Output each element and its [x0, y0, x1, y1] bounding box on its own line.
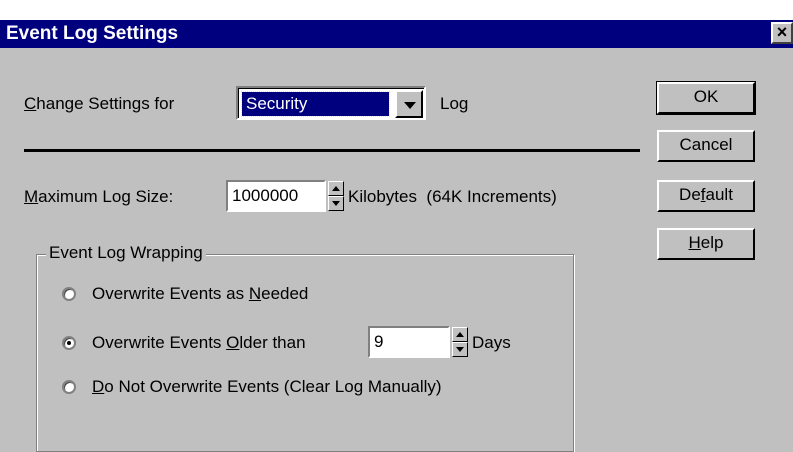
arrow-down-icon — [456, 347, 464, 352]
radio-selected-dot — [67, 341, 71, 345]
days-input[interactable]: 9 — [368, 326, 450, 358]
log-suffix-label: Log — [440, 94, 469, 113]
close-icon: × — [776, 22, 788, 42]
cancel-button[interactable]: Cancel — [657, 130, 755, 162]
max-log-size-label: Maximum Log Size: — [24, 187, 174, 206]
spin-down-button[interactable] — [452, 342, 468, 357]
max-log-size-input[interactable]: 1000000 — [226, 180, 326, 212]
event-log-settings-dialog: Event Log Settings × Change Settings for… — [0, 20, 793, 452]
radio-overwrite-as-needed-label[interactable]: Overwrite Events as Needed — [92, 284, 308, 304]
dropdown-button[interactable] — [395, 90, 423, 118]
max-log-size-spinner[interactable] — [328, 181, 344, 211]
radio-overwrite-older-than-label[interactable]: Overwrite Events Older than — [92, 333, 306, 353]
chevron-down-icon — [404, 102, 416, 109]
days-label: Days — [472, 333, 511, 352]
group-title: Event Log Wrapping — [46, 243, 206, 263]
dialog-title: Event Log Settings — [6, 23, 179, 44]
arrow-up-icon — [456, 332, 464, 337]
radio-do-not-overwrite[interactable] — [62, 380, 76, 394]
close-button[interactable]: × — [771, 22, 793, 44]
log-type-dropdown[interactable]: Security — [236, 86, 426, 120]
spin-up-button[interactable] — [328, 181, 344, 196]
spin-up-button[interactable] — [452, 327, 468, 342]
help-button[interactable]: Help — [657, 228, 755, 260]
log-type-selected: Security — [241, 91, 390, 117]
change-settings-label: Change Settings for — [24, 94, 175, 113]
arrow-down-icon — [332, 201, 340, 206]
separator — [24, 149, 640, 152]
days-spinner[interactable] — [452, 327, 468, 357]
ok-button[interactable]: OK — [656, 81, 756, 115]
title-bar[interactable]: Event Log Settings × — [0, 20, 793, 48]
arrow-up-icon — [332, 186, 340, 191]
radio-overwrite-older-than[interactable] — [62, 336, 76, 350]
radio-overwrite-as-needed[interactable] — [62, 287, 76, 301]
size-unit-label: Kilobytes (64K Increments) — [348, 187, 557, 206]
radio-do-not-overwrite-label[interactable]: Do Not Overwrite Events (Clear Log Manua… — [92, 377, 442, 397]
spin-down-button[interactable] — [328, 196, 344, 211]
default-button[interactable]: Default — [657, 180, 755, 212]
